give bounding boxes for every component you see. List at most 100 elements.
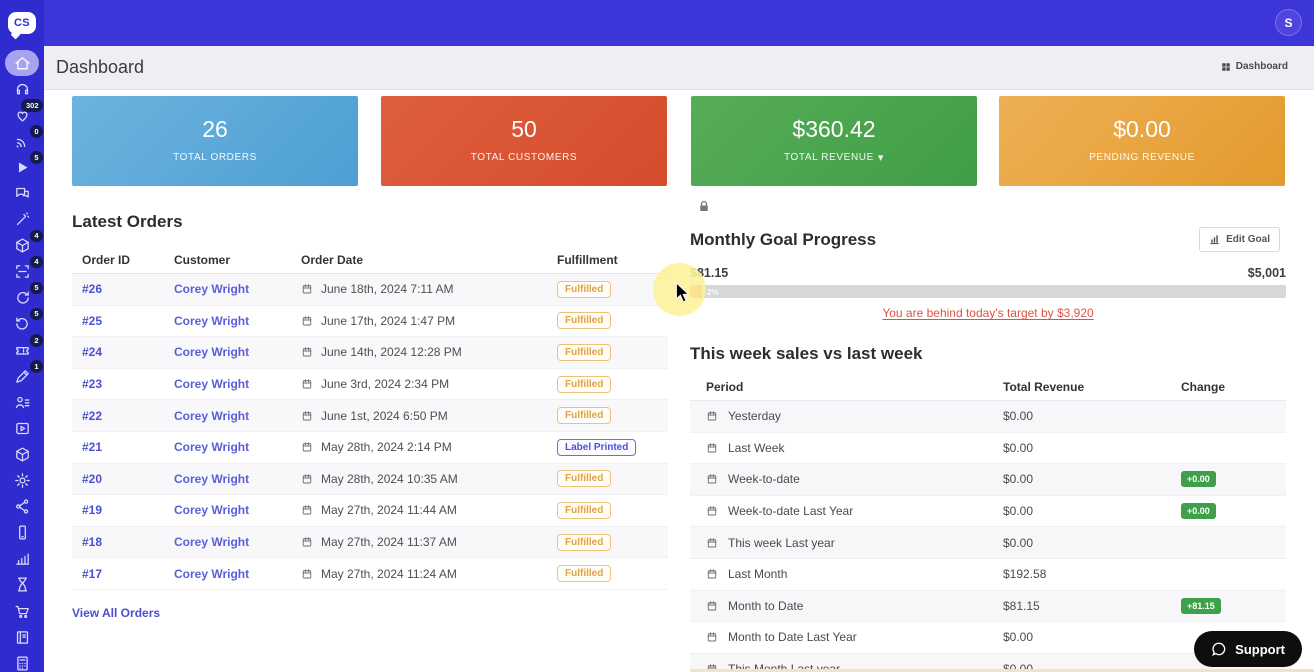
customer-link[interactable]: Corey Wright [174,472,301,486]
table-row: Last Week$0.00 [690,433,1286,465]
order-id-link[interactable]: #24 [82,345,174,359]
order-id-link[interactable]: #23 [82,377,174,391]
period-label: Month to Date [728,599,803,613]
order-date: May 27th, 2024 11:44 AM [321,503,457,517]
order-id-link[interactable]: #26 [82,282,174,296]
customer-link[interactable]: Corey Wright [174,409,301,423]
customer-link[interactable]: Corey Wright [174,314,301,328]
sidebar-item-drafts[interactable]: 1 [5,363,39,389]
revenue-value: $81.15 [1003,599,1181,613]
sidebar-item-mobile[interactable] [5,520,39,546]
order-id-link[interactable]: #22 [82,409,174,423]
logo-speech-bubble-icon: CS [8,12,36,34]
page-title: Dashboard [56,57,144,78]
customer-link[interactable]: Corey Wright [174,535,301,549]
calendar-icon [706,442,718,454]
sidebar-item-home[interactable] [5,50,39,76]
sidebar-item-catalog[interactable] [5,624,39,650]
notification-badge: 302 [21,99,43,112]
calendar-icon [706,631,718,643]
table-row: Last Month$192.58 [690,559,1286,591]
col-order-id: Order ID [82,253,174,267]
table-row: #22Corey WrightJune 1st, 2024 6:50 PMFul… [72,400,668,432]
order-date: June 14th, 2024 12:28 PM [321,345,462,359]
sidebar-item-pos[interactable] [5,650,39,672]
order-id-link[interactable]: #19 [82,503,174,517]
status-badge: Fulfilled [557,344,611,361]
status-badge: Fulfilled [557,534,611,551]
sidebar-item-fulfillment[interactable]: 5 [5,154,39,180]
order-id-link[interactable]: #21 [82,440,174,454]
notification-badge: 4 [30,256,43,269]
calendar-icon [706,537,718,549]
stat-card-total-revenue[interactable]: $360.42TOTAL REVENUE▾ [691,96,977,186]
view-all-orders-link[interactable]: View All Orders [72,606,160,620]
status-badge: Fulfilled [557,407,611,424]
customer-link[interactable]: Corey Wright [174,345,301,359]
order-date: May 27th, 2024 11:37 AM [321,535,457,549]
sidebar-item-redo-queue[interactable]: 5 [5,285,39,311]
sidebar-item-messages[interactable] [5,180,39,206]
change-badge: +81.15 [1181,598,1221,614]
chat-icon [14,185,31,202]
status-badge: Fulfilled [557,565,611,582]
period-cell: Yesterday [706,409,1003,423]
sidebar-item-orders-cart[interactable] [5,598,39,624]
chat-bubble-icon [1211,641,1227,657]
notification-badge: 1 [30,360,43,373]
order-date-cell: May 27th, 2024 11:44 AM [301,503,557,517]
sidebar-item-products[interactable]: 4 [5,233,39,259]
order-id-link[interactable]: #25 [82,314,174,328]
customer-link[interactable]: Corey Wright [174,440,301,454]
orders-table-header: Order ID Customer Order Date Fulfillment [72,246,668,274]
calendar-icon [301,441,313,453]
stat-value: 26 [72,116,358,143]
order-date-cell: May 27th, 2024 11:37 AM [301,535,557,549]
order-id-link[interactable]: #20 [82,472,174,486]
app-logo[interactable]: CS [0,0,44,46]
sidebar-item-inventory[interactable] [5,441,39,467]
period-label: This week Last year [728,536,835,550]
breadcrumb[interactable]: Dashboard [1221,61,1288,72]
sidebar-item-customers[interactable] [5,389,39,415]
change-badge: +0.00 [1181,503,1216,519]
week-table-body: Yesterday$0.00Last Week$0.00Week-to-date… [690,401,1286,672]
revenue-value: $0.00 [1003,630,1181,644]
page-header: Dashboard Dashboard [44,46,1314,90]
order-date-cell: June 18th, 2024 7:11 AM [301,282,557,296]
latest-orders-section: Latest Orders Order ID Customer Order Da… [72,212,668,622]
customer-link[interactable]: Corey Wright [174,377,301,391]
customer-link[interactable]: Corey Wright [174,567,301,581]
edit-goal-button[interactable]: Edit Goal [1199,227,1280,252]
avatar[interactable]: S [1275,9,1302,36]
dashboard-grid-icon [1221,62,1231,72]
sidebar-item-automation[interactable] [5,207,39,233]
sidebar-item-returns[interactable]: 5 [5,311,39,337]
order-date-cell: June 1st, 2024 6:50 PM [301,409,557,423]
support-label: Support [1235,642,1285,657]
order-date: May 28th, 2024 10:35 AM [321,472,458,486]
customer-link[interactable]: Corey Wright [174,503,301,517]
notification-badge: 0 [30,125,43,138]
order-date: June 3rd, 2024 2:34 PM [321,377,449,391]
sidebar-item-history[interactable] [5,572,39,598]
sidebar-item-media[interactable] [5,415,39,441]
sidebar-item-integrations[interactable] [5,494,39,520]
table-row: #23Corey WrightJune 3rd, 2024 2:34 PMFul… [72,369,668,401]
sidebar-item-scan[interactable]: 4 [5,259,39,285]
customer-link[interactable]: Corey Wright [174,282,301,296]
pen-icon [14,368,31,385]
goal-warning-text: You are behind today's target by $3,920 [690,306,1286,320]
orders-table: Order ID Customer Order Date Fulfillment… [72,246,668,590]
cart-icon [14,603,31,620]
table-row: #24Corey Wright June 14th, 2024 12:28 PM F… [72,337,668,369]
support-button[interactable]: Support [1194,631,1302,667]
sidebar-item-settings[interactable] [5,468,39,494]
revenue-value: $0.00 [1003,504,1181,518]
calendar-icon [706,600,718,612]
order-id-link[interactable]: #17 [82,567,174,581]
notification-badge: 5 [30,151,43,164]
sidebar-item-reports[interactable] [5,546,39,572]
calendar-icon [301,283,313,295]
order-id-link[interactable]: #18 [82,535,174,549]
